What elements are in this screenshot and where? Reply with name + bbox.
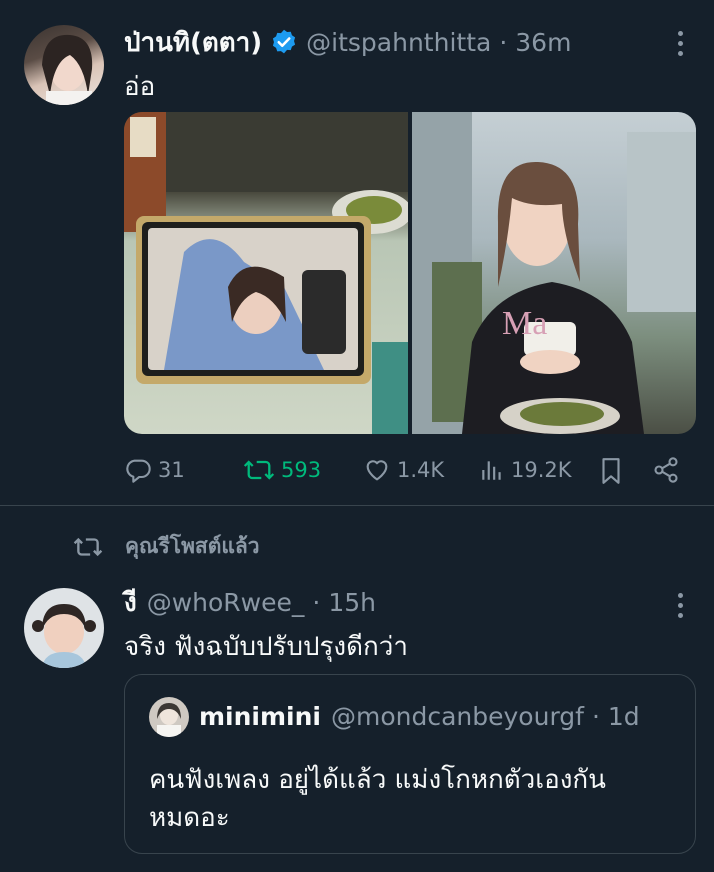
separator: · — [312, 587, 321, 617]
reply-icon — [126, 459, 151, 483]
photo-woman-phone[interactable]: Ma — [412, 112, 696, 434]
more-options-icon[interactable] — [677, 31, 683, 56]
retweet-notice-label[interactable]: คุณรีโพสต์แล้ว — [125, 530, 260, 563]
retweet-notice: คุณรีโพสต์แล้ว — [73, 530, 260, 563]
quote-text-line-1: คนฟังเพลง อยู่ได้แล้ว แม่งโกหกตัวเองกัน — [149, 765, 606, 795]
heart-icon — [366, 460, 388, 481]
views-count: 19.2K — [511, 458, 572, 482]
quote-avatar-portrait — [157, 703, 181, 737]
avatar[interactable] — [24, 588, 104, 668]
avatar[interactable] — [24, 25, 104, 105]
avatar-portrait — [42, 34, 93, 105]
more-options-icon[interactable] — [677, 593, 683, 618]
separator: · — [499, 27, 508, 57]
handle[interactable]: @whoRwee_ — [147, 588, 305, 617]
views-chart-icon — [482, 461, 501, 480]
views-button[interactable]: 19.2K — [479, 456, 572, 484]
retweet-icon — [243, 460, 275, 480]
timestamp[interactable]: 15h — [328, 588, 376, 617]
timestamp[interactable]: 36m — [515, 28, 571, 57]
tweet-header: งี @whoRwee_ · 15h — [124, 584, 376, 620]
tweet-2[interactable]: งี @whoRwee_ · 15h จริง ฟังฉบับปรับปรุงด… — [0, 570, 714, 872]
verified-badge-icon — [270, 28, 298, 56]
reply-count: 31 — [158, 458, 185, 482]
retweet-icon — [73, 537, 103, 556]
like-button[interactable]: 1.4K — [363, 456, 444, 484]
quote-display-name[interactable]: minimini — [199, 702, 321, 731]
tweet-text: อ่อ — [124, 72, 156, 102]
photo-tablet-selfie-art — [124, 112, 412, 434]
retweet-count: 593 — [281, 458, 322, 482]
quote-header: minimini @mondcanbeyourgf · 1d — [199, 699, 640, 733]
sweater-print-text: Ma — [502, 305, 547, 342]
tweet-text: จริง ฟังฉบับปรับปรุงดีกว่า — [124, 632, 408, 662]
tweet-header: ป่านทิ(ตตา) @itspahnthitta · 36m — [124, 24, 571, 60]
reply-button[interactable]: 31 — [124, 456, 185, 484]
quote-separator: · — [591, 701, 600, 731]
avatar-portrait — [32, 604, 96, 668]
media-grid: Ma — [124, 112, 696, 434]
quote-tweet[interactable]: minimini @mondcanbeyourgf · 1d คนฟังเพลง… — [124, 674, 696, 854]
quote-text-line-2: หมดอะ — [149, 803, 230, 833]
display-name[interactable]: งี — [124, 582, 137, 623]
bookmark-icon[interactable] — [598, 456, 624, 490]
tweet-1[interactable]: ป่านทิ(ตตา) @itspahnthitta · 36m อ่อ Ma … — [0, 0, 714, 505]
tweet-divider — [0, 505, 714, 506]
quote-avatar[interactable] — [149, 697, 189, 737]
photo-woman-phone-art: Ma — [412, 112, 696, 434]
share-icon[interactable] — [652, 456, 680, 488]
quote-handle[interactable]: @mondcanbeyourgf — [331, 702, 584, 731]
quote-timestamp[interactable]: 1d — [608, 702, 640, 731]
handle[interactable]: @itspahnthitta — [306, 28, 491, 57]
display-name[interactable]: ป่านทิ(ตตา) — [124, 22, 262, 63]
photo-tablet-selfie[interactable] — [124, 112, 412, 434]
like-count: 1.4K — [397, 458, 445, 482]
retweet-button[interactable]: 593 — [243, 456, 321, 484]
